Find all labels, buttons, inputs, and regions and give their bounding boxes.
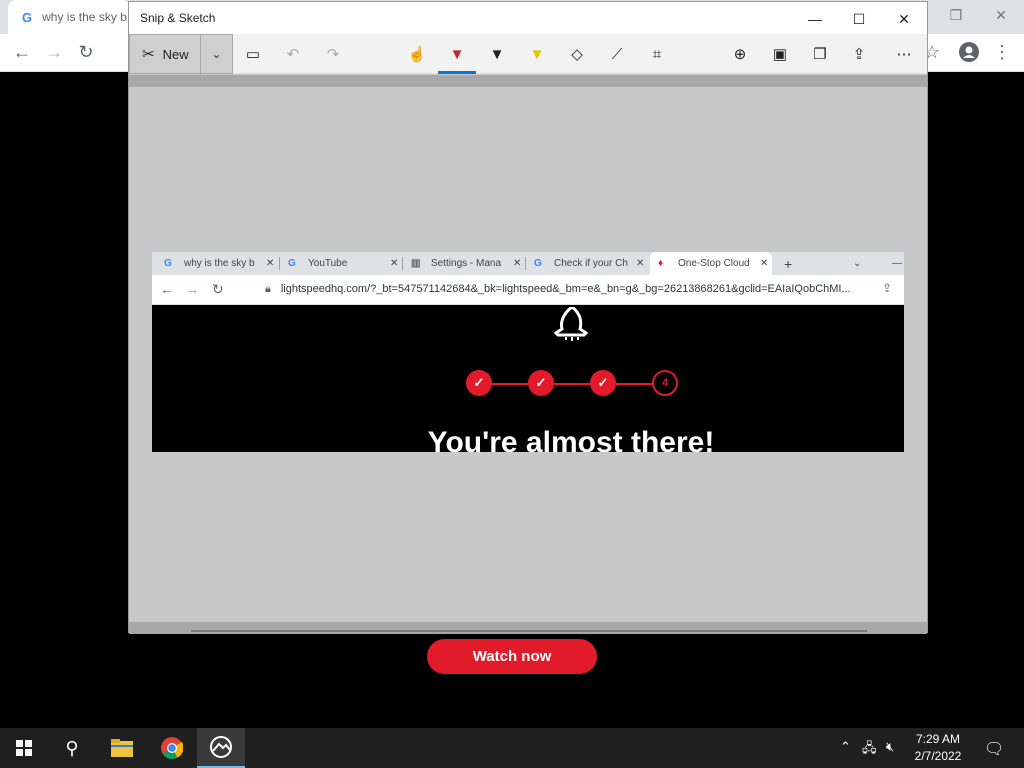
lightspeed-flame-icon: ♦	[658, 258, 664, 269]
zoom-icon[interactable]: ⊕	[726, 40, 754, 68]
close-tab-icon: ✕	[266, 258, 275, 269]
captured-tab: ▥ Settings - Mana ✕	[411, 258, 522, 269]
search-icon[interactable]: ⚲	[48, 728, 96, 768]
watch-now-button[interactable]: Watch now	[427, 639, 597, 674]
google-icon: G	[164, 258, 172, 269]
save-icon[interactable]: ▣	[766, 40, 794, 68]
maximize-button[interactable]: ☐	[837, 5, 881, 33]
clock[interactable]: 7:29 AM 2/7/2022	[910, 731, 966, 765]
browser-tab[interactable]: G why is the sky b	[8, 0, 130, 34]
new-dropdown-button[interactable]: ⌄	[201, 34, 233, 74]
taskbar: ⚲ ⌃ 🖧︎ 🔇︎ 7:29 AM 2/7/2022 🗨︎	[0, 728, 1024, 768]
minimize-icon: —	[892, 258, 902, 269]
chrome-icon[interactable]	[148, 728, 196, 768]
reload-icon: ↻	[212, 281, 224, 297]
eraser-icon[interactable]: ◇	[563, 40, 591, 68]
rocket-icon	[553, 307, 589, 341]
reload-icon[interactable]: ↻	[74, 40, 98, 64]
clock-date: 2/7/2022	[914, 749, 962, 763]
clock-time: 7:29 AM	[915, 732, 961, 746]
captured-tab-active: ♦ One-Stop Cloud ✕	[650, 252, 772, 275]
progress-step-current: 4	[652, 370, 678, 396]
back-icon: ←	[160, 281, 174, 297]
progress-step-complete: ✓	[466, 370, 492, 396]
forward-icon: →	[185, 281, 199, 297]
captured-screenshot: G why is the sky b ✕ G YouTube ✕ ▥ Setti…	[152, 252, 904, 452]
snip-sketch-taskbar-icon[interactable]	[197, 728, 245, 768]
snip-icon: ✂	[142, 46, 155, 63]
notification-icon[interactable]: 🗨︎	[984, 739, 1004, 759]
selected-tool-indicator	[438, 71, 476, 74]
captured-tab: G why is the sky b ✕	[164, 258, 275, 269]
share-icon: ⇪	[882, 281, 893, 295]
highlighter-icon[interactable]: ▼	[523, 40, 551, 68]
start-button[interactable]	[0, 728, 48, 768]
new-tab-icon: +	[784, 255, 793, 272]
ruler-icon[interactable]: ⟋	[603, 40, 631, 68]
forward-icon[interactable]: →	[42, 40, 66, 64]
volume-muted-icon[interactable]: 🔇︎	[886, 739, 894, 755]
progress-step-complete: ✓	[528, 370, 554, 396]
close-tab-icon: ✕	[636, 258, 645, 269]
new-label: New	[162, 46, 189, 62]
captured-tab: G Check if your Ch ✕	[534, 258, 645, 269]
open-file-icon[interactable]: ▭	[239, 40, 267, 68]
snip-title-bar: Snip & Sketch — ☐ ✕	[129, 2, 927, 34]
window-title: Snip & Sketch	[140, 11, 216, 25]
chevron-up-icon[interactable]: ⌃	[840, 739, 851, 755]
close-tab-icon: ✕	[513, 258, 522, 269]
horizontal-scrollbar[interactable]	[191, 630, 867, 632]
close-tab-icon: ✕	[390, 258, 399, 269]
browser-tab-title: why is the sky b	[42, 10, 127, 24]
lock-icon: 🔒︎	[265, 283, 271, 295]
google-icon: G	[22, 9, 33, 25]
file-explorer-icon[interactable]	[98, 728, 146, 768]
minimize-button[interactable]: —	[793, 5, 837, 33]
network-icon[interactable]: 🖧︎	[862, 739, 877, 761]
profile-icon[interactable]	[957, 40, 981, 64]
chevron-down-icon: ⌄	[211, 47, 222, 61]
redo-icon[interactable]: ↷	[319, 40, 347, 68]
google-icon: G	[534, 258, 542, 269]
settings-tab-icon: ▥	[411, 258, 421, 269]
close-tab-icon: ✕	[760, 258, 769, 269]
browser-menu-icon[interactable]: ⋮	[990, 40, 1014, 64]
headline: You're almost there!	[427, 426, 715, 452]
close-button[interactable]: ✕	[882, 5, 926, 33]
undo-icon[interactable]: ↶	[279, 40, 307, 68]
canvas-top-bar	[129, 75, 927, 87]
captured-url: 🔒︎ lightspeedhq.com/?_bt=547571142684&_bk…	[265, 283, 851, 295]
google-icon: G	[288, 258, 296, 269]
close-icon[interactable]: ✕	[987, 4, 1015, 26]
ballpoint-pen-icon[interactable]: ▼	[443, 40, 471, 68]
crop-icon[interactable]: ⌗	[643, 40, 671, 68]
canvas-bottom-bar	[129, 622, 927, 634]
tab-search-icon: ⌄	[853, 258, 862, 269]
share-icon[interactable]: ⇪	[845, 40, 873, 68]
restore-icon[interactable]: ❐	[942, 4, 970, 26]
back-icon[interactable]: ←	[10, 40, 34, 64]
snip-toolbar: ✂ New ⌄ ▭ ↶ ↷ ☝ ▼ ▼ ▼ ◇ ⟋ ⌗ ⊕ ▣ ❐ ⇪ ⋯	[129, 34, 927, 74]
new-snip-button[interactable]: ✂ New	[129, 34, 201, 74]
touch-writing-icon[interactable]: ☝	[403, 40, 431, 68]
progress-step-complete: ✓	[590, 370, 616, 396]
more-options-icon[interactable]: ⋯	[890, 40, 918, 68]
windows-icon	[16, 740, 32, 756]
captured-tab-strip: G why is the sky b ✕ G YouTube ✕ ▥ Setti…	[152, 252, 904, 275]
captured-tab: G YouTube ✕	[288, 258, 399, 269]
pencil-icon[interactable]: ▼	[483, 40, 511, 68]
copy-icon[interactable]: ❐	[806, 40, 834, 68]
